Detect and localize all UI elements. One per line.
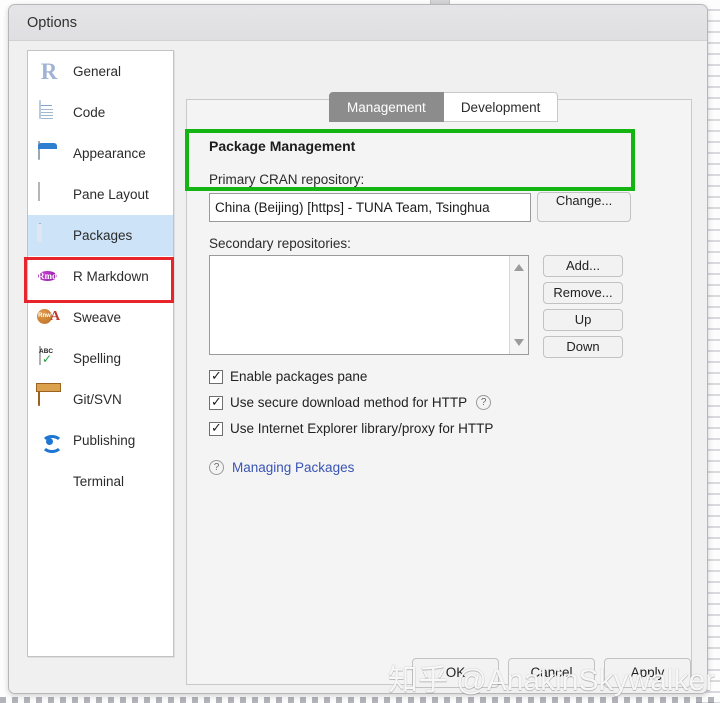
checkbox-enable-packages-pane[interactable]: Enable packages pane [209, 368, 669, 384]
sidebar-item-label: Spelling [73, 351, 122, 366]
checkbox-label: Use Internet Explorer library/proxy for … [230, 421, 494, 436]
page-title: Package Management [209, 138, 356, 154]
sidebar-item-label: Pane Layout [73, 187, 149, 202]
cancel-button[interactable]: Cancel [508, 658, 595, 688]
terminal-icon [37, 470, 61, 494]
question-mark-icon[interactable]: ? [209, 460, 224, 475]
checkbox-box[interactable] [209, 420, 223, 436]
sidebar-item-git-svn[interactable]: Git/SVN [28, 379, 173, 420]
checkbox-box[interactable] [209, 394, 223, 410]
code-document-icon [37, 99, 61, 125]
sidebar-item-label: Packages [73, 228, 133, 243]
apply-button[interactable]: Apply [604, 658, 691, 688]
footer-buttons: OK Cancel Apply [412, 658, 691, 688]
sidebar-item-label: Publishing [73, 433, 136, 448]
sidebar-item-general[interactable]: R General [28, 51, 173, 92]
move-up-button[interactable]: Up [543, 309, 623, 331]
open-box-icon [37, 386, 61, 412]
tab-management[interactable]: Management [329, 92, 444, 122]
sidebar-item-label: R Markdown [73, 269, 149, 284]
primary-cran-row: China (Beijing) [https] - TUNA Team, Tsi… [209, 192, 669, 222]
question-mark-icon[interactable]: ? [476, 395, 492, 410]
paint-bucket-icon [37, 140, 61, 166]
secondary-repositories-list[interactable] [209, 255, 529, 355]
tab-development[interactable]: Development [443, 92, 559, 122]
dialog-titlebar: Options [9, 5, 707, 41]
panel-tabs: Management Development [329, 92, 559, 122]
managing-packages-link[interactable]: Managing Packages [232, 460, 354, 475]
pane-grid-icon [37, 181, 61, 207]
sidebar-item-pane-layout[interactable]: Pane Layout [28, 174, 173, 215]
primary-cran-label: Primary CRAN repository: [209, 172, 365, 187]
sidebar-item-label: Sweave [73, 310, 122, 325]
publish-icon [37, 430, 63, 453]
background-bottom-strip [0, 697, 720, 703]
scroll-down-arrow-icon[interactable] [514, 339, 524, 346]
spellcheck-icon [37, 345, 61, 371]
options-sidebar: R General Code Appearance Pane Layout Pa… [27, 50, 174, 657]
sidebar-item-r-markdown[interactable]: Rmd R Markdown [28, 256, 173, 297]
sidebar-item-label: General [73, 64, 122, 79]
managing-packages-help-row[interactable]: ? Managing Packages [209, 460, 669, 475]
checkbox-label: Enable packages pane [230, 369, 368, 384]
dialog-body: R General Code Appearance Pane Layout Pa… [9, 41, 707, 693]
scroll-up-arrow-icon[interactable] [514, 264, 524, 271]
change-cran-button[interactable]: Change... [537, 192, 631, 222]
sidebar-item-label: Terminal [73, 474, 125, 489]
add-repository-button[interactable]: Add... [543, 255, 623, 277]
sidebar-item-packages[interactable]: Packages [28, 215, 173, 256]
sidebar-item-label: Git/SVN [73, 392, 122, 407]
dialog-title: Options [27, 14, 77, 31]
secondary-repositories-row: Add... Remove... Up Down [209, 255, 669, 358]
list-scrollbar[interactable] [509, 256, 528, 354]
sidebar-item-code[interactable]: Code [28, 92, 173, 133]
checkbox-secure-download[interactable]: Use secure download method for HTTP ? [209, 394, 669, 410]
secondary-repositories-label: Secondary repositories: [209, 236, 351, 251]
tab-label: Management [347, 99, 426, 115]
remove-repository-button[interactable]: Remove... [543, 282, 623, 304]
sidebar-item-terminal[interactable]: Terminal [28, 461, 173, 502]
sidebar-item-label: Code [73, 105, 106, 120]
sidebar-item-spelling[interactable]: Spelling [28, 338, 173, 379]
checkbox-ie-library-proxy[interactable]: Use Internet Explorer library/proxy for … [209, 420, 669, 436]
rmd-badge-icon: Rmd [38, 270, 58, 281]
list-action-buttons: Add... Remove... Up Down [543, 255, 623, 358]
sidebar-item-appearance[interactable]: Appearance [28, 133, 173, 174]
move-down-button[interactable]: Down [543, 336, 623, 358]
primary-cran-input[interactable]: China (Beijing) [https] - TUNA Team, Tsi… [209, 192, 531, 222]
sweave-pdf-icon [37, 307, 61, 329]
sidebar-item-sweave[interactable]: Sweave [28, 297, 173, 338]
package-management-panel: Package Management Primary CRAN reposito… [186, 99, 692, 685]
r-logo-icon: R [40, 58, 58, 84]
sidebar-item-label: Appearance [73, 146, 146, 161]
sidebar-item-publishing[interactable]: Publishing [28, 420, 173, 461]
ok-button[interactable]: OK [412, 658, 499, 688]
package-box-icon [37, 222, 61, 248]
checkbox-box[interactable] [209, 368, 223, 384]
dialog-footer: OK Cancel Apply [9, 649, 707, 693]
checkbox-label: Use secure download method for HTTP [230, 395, 468, 410]
tab-label: Development [460, 99, 541, 115]
options-dialog: Options R General Code Appearance Pane L… [8, 4, 708, 694]
